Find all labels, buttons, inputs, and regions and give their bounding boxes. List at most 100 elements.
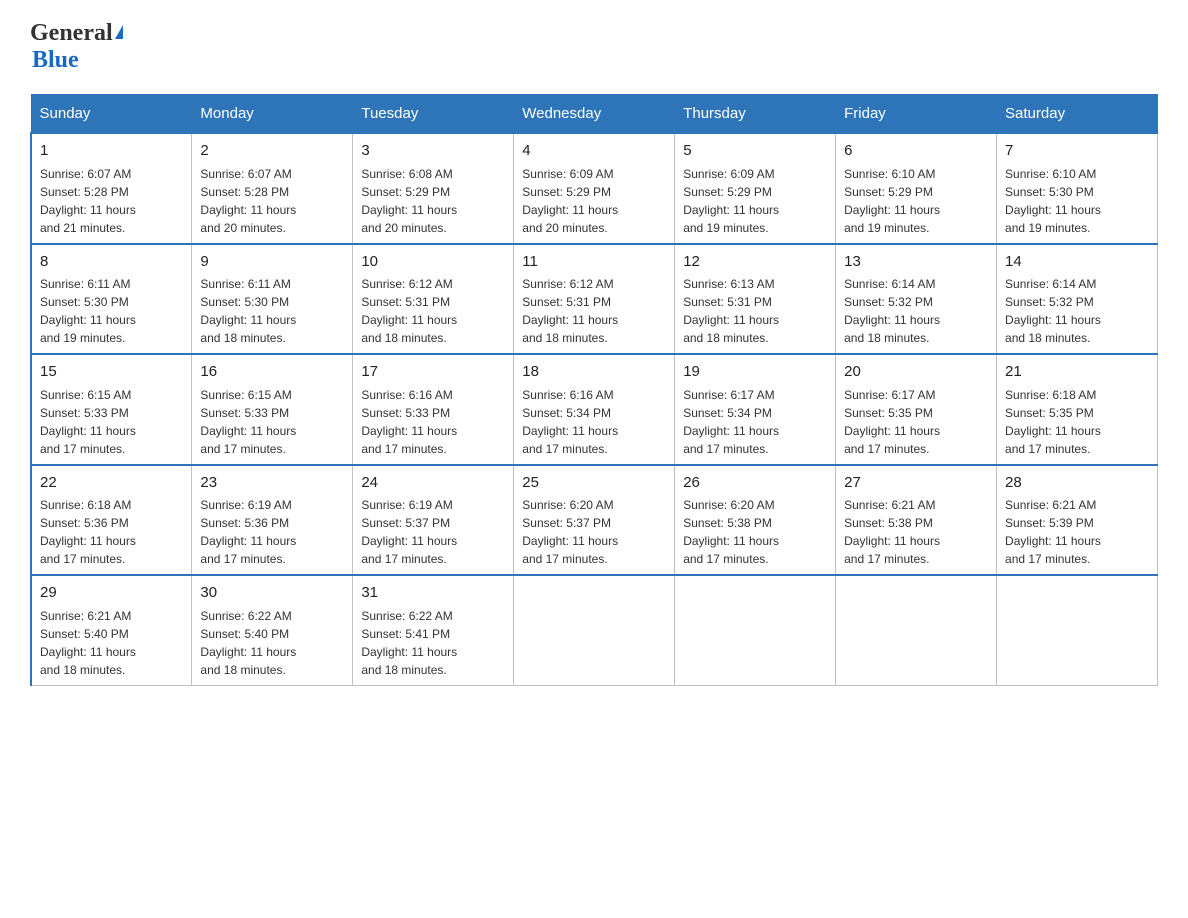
calendar-cell bbox=[997, 575, 1158, 685]
calendar-cell: 1Sunrise: 6:07 AMSunset: 5:28 PMDaylight… bbox=[31, 133, 192, 244]
calendar-cell: 6Sunrise: 6:10 AMSunset: 5:29 PMDaylight… bbox=[836, 133, 997, 244]
calendar-cell: 25Sunrise: 6:20 AMSunset: 5:37 PMDayligh… bbox=[514, 465, 675, 576]
calendar-cell: 13Sunrise: 6:14 AMSunset: 5:32 PMDayligh… bbox=[836, 244, 997, 355]
calendar-cell: 14Sunrise: 6:14 AMSunset: 5:32 PMDayligh… bbox=[997, 244, 1158, 355]
day-number: 21 bbox=[1005, 361, 1149, 384]
calendar-header-row: SundayMondayTuesdayWednesdayThursdayFrid… bbox=[31, 95, 1158, 134]
day-info: Sunrise: 6:10 AMSunset: 5:29 PMDaylight:… bbox=[844, 165, 988, 237]
calendar-cell: 3Sunrise: 6:08 AMSunset: 5:29 PMDaylight… bbox=[353, 133, 514, 244]
day-number: 4 bbox=[522, 140, 666, 163]
day-info: Sunrise: 6:18 AMSunset: 5:35 PMDaylight:… bbox=[1005, 386, 1149, 458]
calendar-cell: 27Sunrise: 6:21 AMSunset: 5:38 PMDayligh… bbox=[836, 465, 997, 576]
calendar-table: SundayMondayTuesdayWednesdayThursdayFrid… bbox=[30, 94, 1158, 686]
calendar-cell: 23Sunrise: 6:19 AMSunset: 5:36 PMDayligh… bbox=[192, 465, 353, 576]
calendar-week-row: 8Sunrise: 6:11 AMSunset: 5:30 PMDaylight… bbox=[31, 244, 1158, 355]
calendar-cell: 2Sunrise: 6:07 AMSunset: 5:28 PMDaylight… bbox=[192, 133, 353, 244]
day-number: 29 bbox=[40, 582, 183, 605]
day-info: Sunrise: 6:14 AMSunset: 5:32 PMDaylight:… bbox=[844, 275, 988, 347]
day-number: 1 bbox=[40, 140, 183, 163]
day-number: 7 bbox=[1005, 140, 1149, 163]
calendar-cell: 19Sunrise: 6:17 AMSunset: 5:34 PMDayligh… bbox=[675, 354, 836, 465]
calendar-cell: 20Sunrise: 6:17 AMSunset: 5:35 PMDayligh… bbox=[836, 354, 997, 465]
day-number: 8 bbox=[40, 251, 183, 274]
day-number: 2 bbox=[200, 140, 344, 163]
calendar-cell: 17Sunrise: 6:16 AMSunset: 5:33 PMDayligh… bbox=[353, 354, 514, 465]
day-number: 30 bbox=[200, 582, 344, 605]
day-number: 26 bbox=[683, 472, 827, 495]
day-info: Sunrise: 6:09 AMSunset: 5:29 PMDaylight:… bbox=[683, 165, 827, 237]
calendar-cell: 18Sunrise: 6:16 AMSunset: 5:34 PMDayligh… bbox=[514, 354, 675, 465]
day-info: Sunrise: 6:21 AMSunset: 5:40 PMDaylight:… bbox=[40, 607, 183, 679]
day-number: 10 bbox=[361, 251, 505, 274]
calendar-week-row: 29Sunrise: 6:21 AMSunset: 5:40 PMDayligh… bbox=[31, 575, 1158, 685]
day-info: Sunrise: 6:08 AMSunset: 5:29 PMDaylight:… bbox=[361, 165, 505, 237]
day-info: Sunrise: 6:15 AMSunset: 5:33 PMDaylight:… bbox=[200, 386, 344, 458]
calendar-cell: 15Sunrise: 6:15 AMSunset: 5:33 PMDayligh… bbox=[31, 354, 192, 465]
calendar-cell: 29Sunrise: 6:21 AMSunset: 5:40 PMDayligh… bbox=[31, 575, 192, 685]
day-info: Sunrise: 6:12 AMSunset: 5:31 PMDaylight:… bbox=[522, 275, 666, 347]
calendar-week-row: 22Sunrise: 6:18 AMSunset: 5:36 PMDayligh… bbox=[31, 465, 1158, 576]
day-number: 17 bbox=[361, 361, 505, 384]
calendar-cell: 11Sunrise: 6:12 AMSunset: 5:31 PMDayligh… bbox=[514, 244, 675, 355]
page-header: General Blue bbox=[30, 20, 1158, 74]
day-number: 22 bbox=[40, 472, 183, 495]
day-of-week-header: Wednesday bbox=[514, 95, 675, 134]
logo: General Blue bbox=[30, 20, 123, 74]
calendar-cell: 4Sunrise: 6:09 AMSunset: 5:29 PMDaylight… bbox=[514, 133, 675, 244]
day-info: Sunrise: 6:11 AMSunset: 5:30 PMDaylight:… bbox=[40, 275, 183, 347]
day-of-week-header: Friday bbox=[836, 95, 997, 134]
day-number: 5 bbox=[683, 140, 827, 163]
calendar-cell: 22Sunrise: 6:18 AMSunset: 5:36 PMDayligh… bbox=[31, 465, 192, 576]
day-info: Sunrise: 6:21 AMSunset: 5:39 PMDaylight:… bbox=[1005, 496, 1149, 568]
day-number: 9 bbox=[200, 251, 344, 274]
day-of-week-header: Sunday bbox=[31, 95, 192, 134]
calendar-cell: 16Sunrise: 6:15 AMSunset: 5:33 PMDayligh… bbox=[192, 354, 353, 465]
calendar-week-row: 15Sunrise: 6:15 AMSunset: 5:33 PMDayligh… bbox=[31, 354, 1158, 465]
day-info: Sunrise: 6:18 AMSunset: 5:36 PMDaylight:… bbox=[40, 496, 183, 568]
day-info: Sunrise: 6:17 AMSunset: 5:35 PMDaylight:… bbox=[844, 386, 988, 458]
day-number: 12 bbox=[683, 251, 827, 274]
day-number: 6 bbox=[844, 140, 988, 163]
day-info: Sunrise: 6:13 AMSunset: 5:31 PMDaylight:… bbox=[683, 275, 827, 347]
day-info: Sunrise: 6:11 AMSunset: 5:30 PMDaylight:… bbox=[200, 275, 344, 347]
day-number: 13 bbox=[844, 251, 988, 274]
day-info: Sunrise: 6:16 AMSunset: 5:34 PMDaylight:… bbox=[522, 386, 666, 458]
logo-general-text: General bbox=[30, 20, 113, 47]
day-info: Sunrise: 6:22 AMSunset: 5:41 PMDaylight:… bbox=[361, 607, 505, 679]
day-info: Sunrise: 6:19 AMSunset: 5:36 PMDaylight:… bbox=[200, 496, 344, 568]
calendar-cell: 12Sunrise: 6:13 AMSunset: 5:31 PMDayligh… bbox=[675, 244, 836, 355]
calendar-cell bbox=[836, 575, 997, 685]
calendar-cell bbox=[675, 575, 836, 685]
calendar-cell bbox=[514, 575, 675, 685]
calendar-cell: 21Sunrise: 6:18 AMSunset: 5:35 PMDayligh… bbox=[997, 354, 1158, 465]
day-number: 28 bbox=[1005, 472, 1149, 495]
calendar-cell: 31Sunrise: 6:22 AMSunset: 5:41 PMDayligh… bbox=[353, 575, 514, 685]
day-info: Sunrise: 6:22 AMSunset: 5:40 PMDaylight:… bbox=[200, 607, 344, 679]
day-of-week-header: Tuesday bbox=[353, 95, 514, 134]
day-number: 25 bbox=[522, 472, 666, 495]
day-number: 27 bbox=[844, 472, 988, 495]
day-info: Sunrise: 6:10 AMSunset: 5:30 PMDaylight:… bbox=[1005, 165, 1149, 237]
calendar-week-row: 1Sunrise: 6:07 AMSunset: 5:28 PMDaylight… bbox=[31, 133, 1158, 244]
day-number: 3 bbox=[361, 140, 505, 163]
logo-triangle-icon bbox=[115, 25, 123, 39]
calendar-cell: 10Sunrise: 6:12 AMSunset: 5:31 PMDayligh… bbox=[353, 244, 514, 355]
calendar-cell: 26Sunrise: 6:20 AMSunset: 5:38 PMDayligh… bbox=[675, 465, 836, 576]
day-info: Sunrise: 6:07 AMSunset: 5:28 PMDaylight:… bbox=[200, 165, 344, 237]
day-info: Sunrise: 6:21 AMSunset: 5:38 PMDaylight:… bbox=[844, 496, 988, 568]
day-number: 14 bbox=[1005, 251, 1149, 274]
day-info: Sunrise: 6:20 AMSunset: 5:38 PMDaylight:… bbox=[683, 496, 827, 568]
day-info: Sunrise: 6:15 AMSunset: 5:33 PMDaylight:… bbox=[40, 386, 183, 458]
day-number: 31 bbox=[361, 582, 505, 605]
day-info: Sunrise: 6:19 AMSunset: 5:37 PMDaylight:… bbox=[361, 496, 505, 568]
day-number: 23 bbox=[200, 472, 344, 495]
day-number: 18 bbox=[522, 361, 666, 384]
day-of-week-header: Monday bbox=[192, 95, 353, 134]
day-number: 16 bbox=[200, 361, 344, 384]
day-of-week-header: Saturday bbox=[997, 95, 1158, 134]
day-number: 24 bbox=[361, 472, 505, 495]
calendar-cell: 28Sunrise: 6:21 AMSunset: 5:39 PMDayligh… bbox=[997, 465, 1158, 576]
day-number: 11 bbox=[522, 251, 666, 274]
day-number: 19 bbox=[683, 361, 827, 384]
day-info: Sunrise: 6:07 AMSunset: 5:28 PMDaylight:… bbox=[40, 165, 183, 237]
